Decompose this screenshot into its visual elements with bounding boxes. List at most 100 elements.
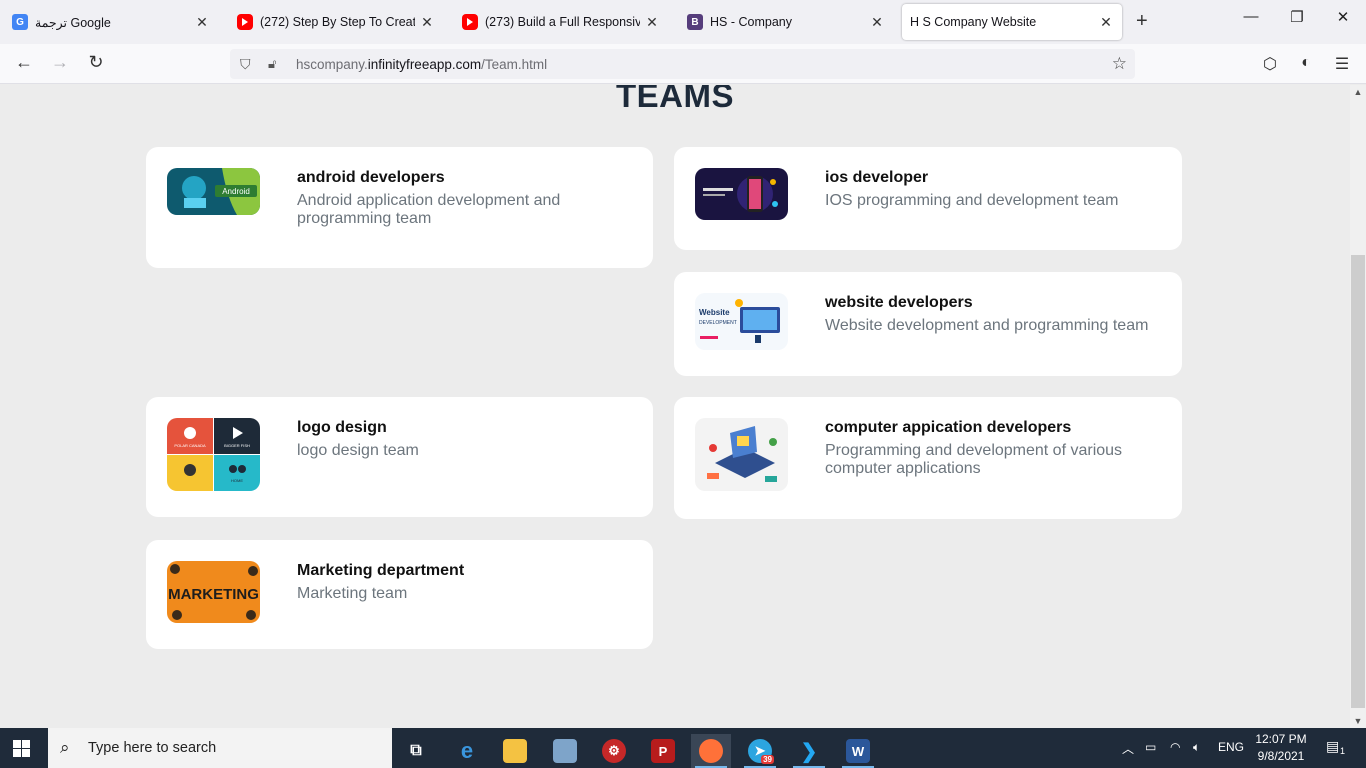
team-description: Programming and development of various c… — [825, 442, 1123, 477]
word-icon[interactable]: W — [838, 734, 878, 768]
tracking-shield-icon[interactable]: ⛉ — [240, 56, 254, 73]
tab-youtube-273[interactable]: (273) Build a Full Responsive Lan ✕ — [454, 4, 668, 40]
close-icon[interactable]: ✕ — [419, 14, 435, 31]
team-card-computer-applications[interactable]: computer appication developers Programmi… — [674, 397, 1182, 519]
team-name: Marketing department — [297, 562, 465, 579]
android-image-icon: Android — [167, 168, 260, 215]
close-icon[interactable]: ✕ — [194, 14, 210, 31]
new-tab-button[interactable]: + — [1136, 10, 1148, 33]
marketing-thumbnail: MARKETING — [167, 561, 260, 623]
close-icon[interactable]: ✕ — [644, 14, 660, 31]
tab-youtube-272[interactable]: (272) Step By Step To Create Use ✕ — [229, 4, 443, 40]
wifi-icon[interactable]: ◠ — [1170, 740, 1180, 754]
team-description: IOS programming and development team — [825, 192, 1119, 209]
logo-design-image-icon: POLAR CANADA BIGGER FISH HOME — [167, 418, 260, 491]
logo-design-thumbnail: POLAR CANADA BIGGER FISH HOME — [167, 418, 260, 491]
notification-center-icon[interactable]: ▤ — [1326, 738, 1339, 755]
team-name: ios developer — [825, 169, 929, 186]
tab-title: ترجمة Google — [35, 15, 111, 30]
volume-icon[interactable]: 🔈︎ — [1193, 740, 1200, 755]
tab-title: (273) Build a Full Responsive Lan — [485, 15, 640, 29]
close-icon[interactable]: ✕ — [869, 14, 885, 31]
minimize-icon[interactable]: — — [1228, 8, 1274, 25]
close-window-icon[interactable]: ✕ — [1320, 8, 1366, 26]
team-description: Website development and programming team — [825, 317, 1149, 334]
page-title: TEAMS — [616, 85, 734, 114]
team-description: Marketing team — [297, 585, 408, 602]
search-icon: ⌕ — [60, 738, 70, 757]
firefox-icon[interactable] — [691, 734, 731, 768]
battery-icon[interactable]: ▭ — [1145, 740, 1156, 754]
taskbar-search-box[interactable]: ⌕ Type here to search — [48, 728, 392, 768]
taskbar: ⌕ Type here to search ⧉ e ⚙ P ➤ 39 ❯ W ︿ … — [0, 728, 1366, 768]
forward-icon[interactable]: → — [48, 52, 72, 73]
tab-hs-company-website[interactable]: H S Company Website ✕ — [902, 4, 1122, 40]
team-card-website[interactable]: Website DEVELOPMENT website developers W… — [674, 272, 1182, 376]
telegram-icon[interactable]: ➤ 39 — [740, 734, 780, 768]
bookmark-star-icon[interactable]: ☆ — [1112, 54, 1127, 74]
computer-apps-image-icon — [695, 418, 788, 491]
settings-gear-icon[interactable]: ⚙ — [594, 734, 634, 768]
team-name: website developers — [825, 294, 973, 311]
back-icon[interactable]: ← — [12, 52, 36, 73]
vscode-icon[interactable]: ❯ — [789, 734, 829, 768]
tab-title: H S Company Website — [910, 15, 1037, 29]
telegram-badge: 39 — [761, 755, 774, 764]
team-card-ios[interactable]: ios developer IOS programming and develo… — [674, 147, 1182, 250]
youtube-icon — [462, 14, 478, 30]
language-indicator[interactable]: ENG — [1218, 740, 1244, 754]
youtube-icon — [237, 14, 253, 30]
control-panel-icon[interactable] — [545, 734, 585, 768]
android-thumb-label: Android — [222, 187, 250, 196]
restore-icon[interactable]: ❐ — [1274, 8, 1320, 26]
edge-icon[interactable]: e — [447, 734, 487, 768]
psiphon-icon[interactable]: P — [643, 734, 683, 768]
address-bar[interactable]: ⛉ 🔓︎ hscompany.infinityfreeapp.com/Team.… — [230, 49, 1135, 79]
show-hidden-icons-icon[interactable]: ︿ — [1122, 740, 1134, 757]
account-icon[interactable]: ◐ — [1295, 54, 1317, 72]
navigation-bar: ← → ↻ ⛉ 🔓︎ hscompany.infinityfreeapp.com… — [0, 44, 1366, 84]
team-card-android[interactable]: Android android developers Android appli… — [146, 147, 653, 268]
team-name: android developers — [297, 169, 445, 186]
svg-text:DEVELOPMENT: DEVELOPMENT — [699, 320, 737, 326]
tab-strip: G ترجمة Google ✕ (272) Step By Step To C… — [0, 0, 1366, 44]
vertical-scrollbar[interactable]: ▲ ▼ — [1350, 85, 1366, 728]
ios-thumbnail — [695, 168, 788, 220]
system-clock[interactable]: 12:07 PM 9/8/2021 — [1246, 731, 1316, 765]
website-image-icon: Website DEVELOPMENT — [695, 293, 788, 350]
scroll-down-icon[interactable]: ▼ — [1350, 716, 1366, 726]
team-description: Android application development and prog… — [297, 192, 561, 227]
marketing-image-icon: MARKETING — [167, 561, 260, 623]
pocket-icon[interactable]: ⬡ — [1259, 54, 1281, 74]
computer-apps-thumbnail — [695, 418, 788, 491]
scrollbar-thumb[interactable] — [1351, 255, 1365, 708]
insecure-lock-icon[interactable]: 🔓︎ — [268, 56, 282, 72]
tab-google-translate[interactable]: G ترجمة Google ✕ — [4, 4, 218, 40]
menu-icon[interactable]: ☰ — [1331, 54, 1353, 74]
team-card-marketing[interactable]: MARKETING Marketing department Marketing… — [146, 540, 653, 649]
reload-icon[interactable]: ↻ — [84, 52, 108, 73]
ios-image-icon — [695, 168, 788, 220]
tab-hs-company[interactable]: B HS - Company ✕ — [679, 4, 893, 40]
google-translate-icon: G — [12, 14, 28, 30]
team-description: logo design team — [297, 442, 419, 459]
clock-date: 9/8/2021 — [1257, 749, 1305, 763]
scroll-up-icon[interactable]: ▲ — [1350, 87, 1366, 97]
team-card-logo-design[interactable]: POLAR CANADA BIGGER FISH HOME logo desig… — [146, 397, 653, 517]
close-icon[interactable]: ✕ — [1098, 14, 1114, 31]
file-explorer-icon[interactable] — [495, 734, 535, 768]
task-view-icon[interactable]: ⧉ — [396, 734, 436, 768]
clock-time: 12:07 PM — [1255, 732, 1307, 746]
tab-title: (272) Step By Step To Create Use — [260, 15, 415, 29]
windows-start-icon[interactable] — [13, 740, 30, 757]
svg-text:HOME: HOME — [231, 478, 243, 483]
bootstrap-icon: B — [687, 14, 703, 30]
search-placeholder: Type here to search — [88, 740, 217, 756]
url-text[interactable]: hscompany.infinityfreeapp.com/Team.html — [296, 57, 547, 72]
svg-text:POLAR CANADA: POLAR CANADA — [174, 443, 206, 448]
tab-title: HS - Company — [710, 15, 792, 29]
team-name: computer appication developers — [825, 419, 1072, 436]
svg-text:BIGGER FISH: BIGGER FISH — [224, 443, 250, 448]
marketing-thumb-label: MARKETING — [168, 586, 259, 603]
team-name: logo design — [297, 419, 387, 436]
